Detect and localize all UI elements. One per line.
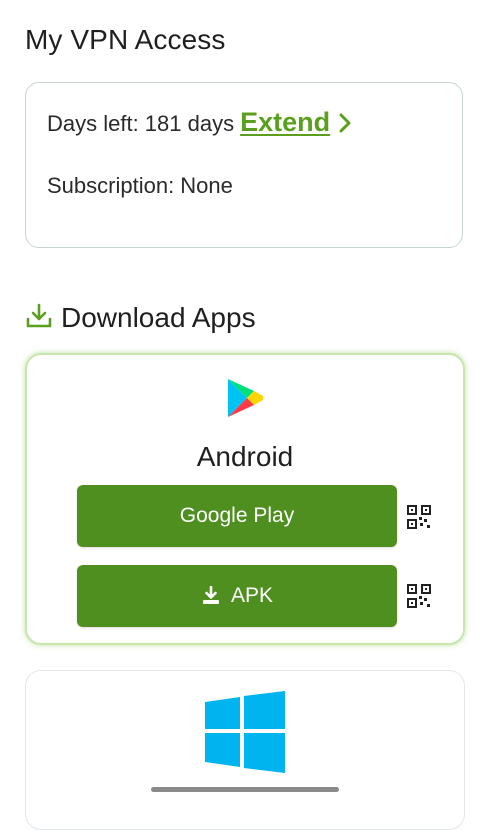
download-apps-title: Download Apps <box>61 302 256 333</box>
download-apps-header: Download Apps <box>25 298 256 338</box>
days-left-row: Days left: 181 days Extend <box>47 107 352 140</box>
home-indicator[interactable] <box>151 787 339 792</box>
qr-code-icon[interactable] <box>407 584 431 608</box>
android-app-card: Android Google Play APK <box>25 353 465 645</box>
download-icon <box>202 586 219 604</box>
page-title: My VPN Access <box>25 24 226 55</box>
qr-code-icon[interactable] <box>407 505 431 529</box>
days-left-text: Days left: 181 days <box>47 111 235 136</box>
vpn-access-card: Days left: 181 days Extend Subscription: … <box>25 82 463 248</box>
subscription-status: Subscription: None <box>47 173 233 198</box>
extend-link[interactable]: Extend <box>240 107 330 137</box>
google-play-button[interactable]: Google Play <box>77 485 397 547</box>
download-icon <box>25 302 53 335</box>
chevron-right-icon[interactable] <box>338 112 352 140</box>
apk-download-button[interactable]: APK <box>77 565 397 627</box>
apk-button-label: APK <box>230 584 274 607</box>
windows-icon <box>204 691 286 778</box>
google-play-button-label: Google Play <box>179 504 295 527</box>
windows-app-card <box>25 670 465 830</box>
google-play-icon <box>225 377 265 424</box>
platform-name-android: Android <box>196 441 294 472</box>
